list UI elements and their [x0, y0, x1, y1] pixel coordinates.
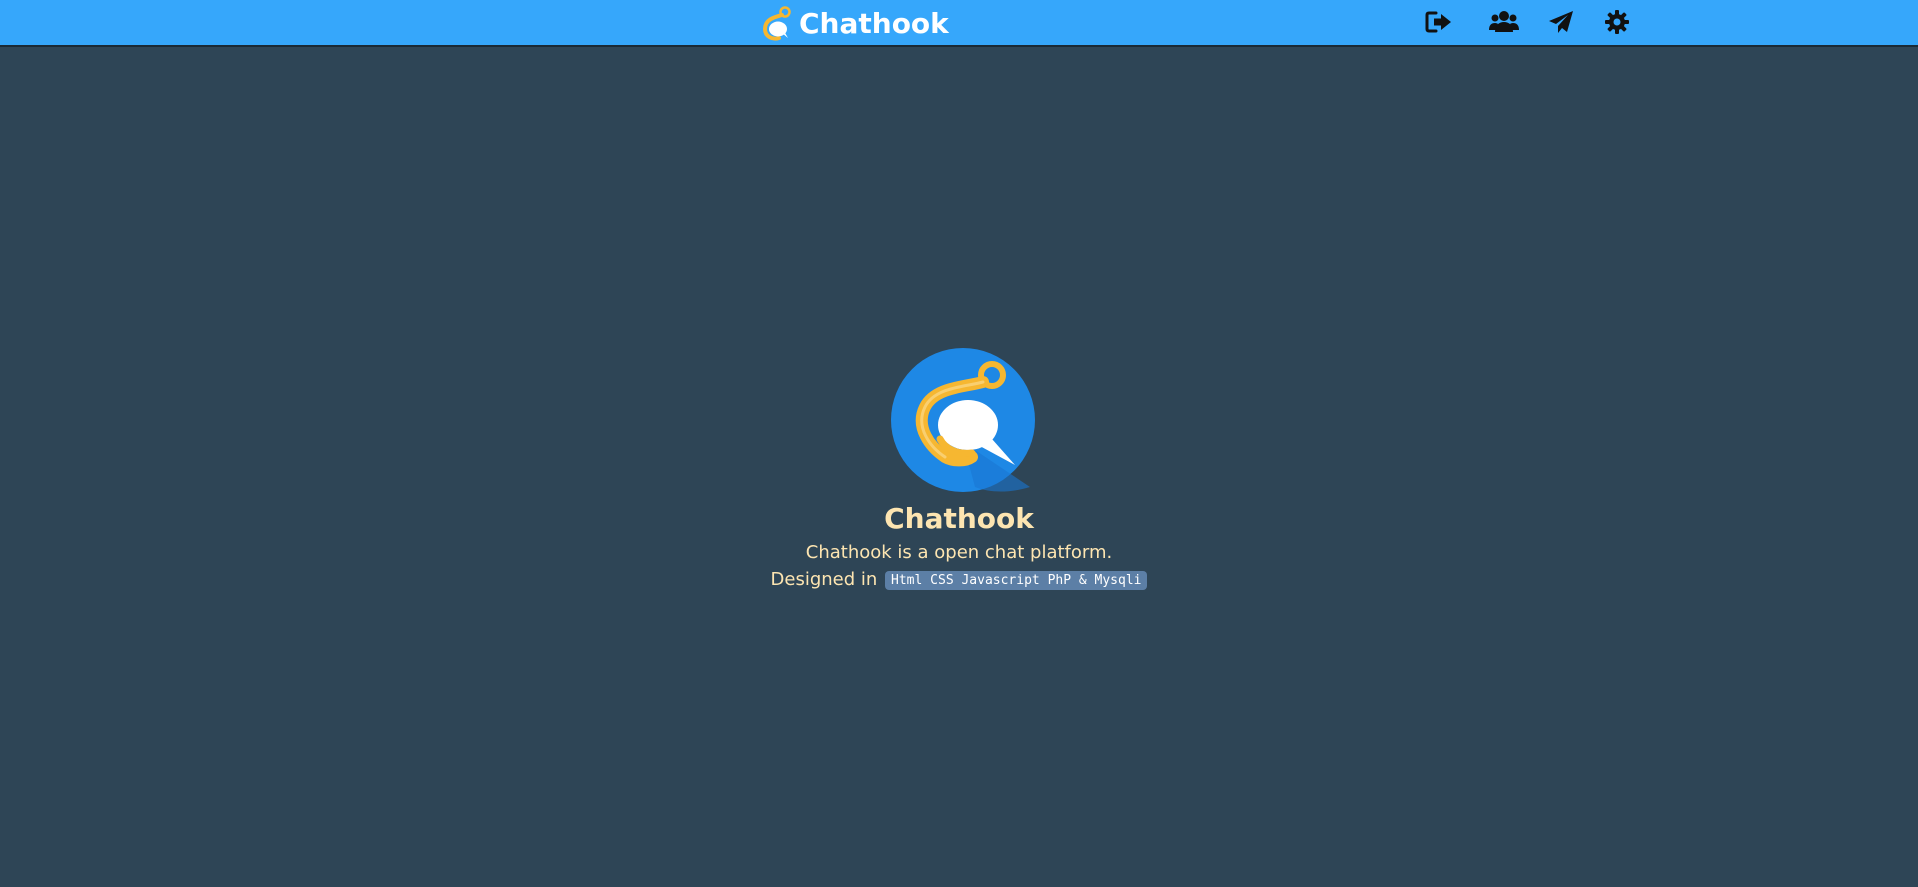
hero-designed-line: Designed in Html CSS Javascript PhP & My… — [0, 566, 1918, 594]
users-icon — [1489, 11, 1519, 32]
users-button[interactable] — [1489, 9, 1519, 35]
gear-icon — [1605, 10, 1629, 34]
paper-plane-icon — [1549, 11, 1573, 33]
chathook-logo-icon — [762, 6, 791, 41]
send-button[interactable] — [1546, 9, 1576, 35]
brand-title: Chathook — [799, 6, 949, 40]
hero-title: Chathook — [884, 502, 1034, 535]
top-navbar: Chathook — [0, 0, 1918, 47]
designed-prefix: Designed in — [770, 569, 878, 590]
logout-button[interactable] — [1424, 9, 1454, 35]
settings-button[interactable] — [1602, 9, 1632, 35]
tech-stack-badge: Html CSS Javascript PhP & Mysqli — [885, 571, 1148, 590]
sign-out-icon — [1425, 11, 1451, 33]
hero-section: Chathook Chathook is a open chat platfor… — [0, 347, 1918, 594]
brand[interactable]: Chathook — [761, 4, 949, 42]
chathook-logo-large-icon — [891, 348, 1035, 492]
hero-description: Chathook is a open chat platform. — [805, 542, 1113, 563]
